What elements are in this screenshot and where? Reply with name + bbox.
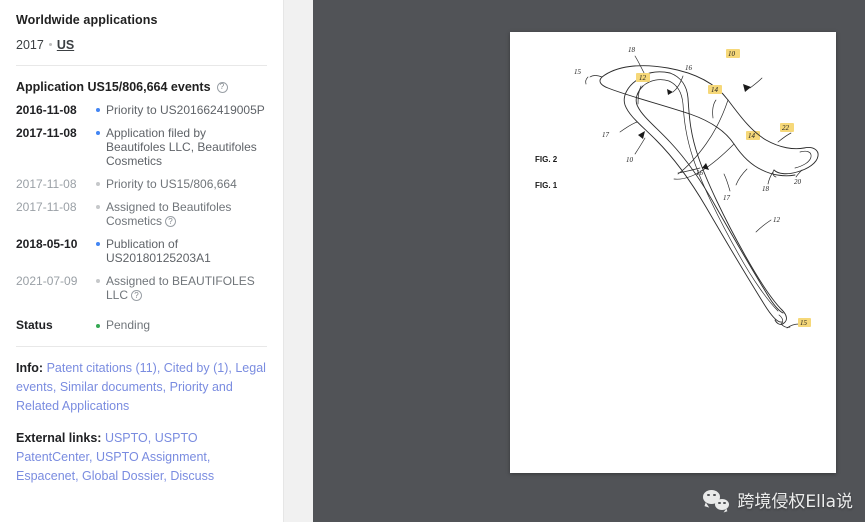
event-bullet-icon — [92, 125, 104, 135]
event-date: 2018-05-10 — [16, 237, 78, 251]
event-row: 2016-11-08 Priority to US201662419005P — [16, 102, 267, 117]
figure-1-drawing: 18 16 10 17 14 12 15 FIG. 1 — [535, 46, 811, 329]
status-label: Status — [16, 318, 53, 332]
status-bullet-icon — [92, 318, 104, 328]
fig1-numeral-17: 17 — [602, 131, 610, 139]
fig1-arrow-16 — [667, 89, 673, 95]
fig1-numeral-15: 15 — [800, 319, 808, 327]
fig2-numeral-16: 16 — [696, 169, 704, 177]
patent-details-sidebar: Worldwide applications 2017 US Applicati… — [0, 0, 284, 522]
event-description-wrap: Assigned to BEAUTIFOLES LLC? — [104, 273, 267, 302]
help-circle-icon[interactable]: ? — [131, 290, 143, 302]
event-description: Application filed by Beautifoles LLC, Be… — [106, 126, 257, 168]
external-links-label: External links: — [16, 431, 102, 445]
event-description: Publication of US20180125203A1 — [106, 237, 211, 265]
external-link-uspto[interactable]: USPTO — [105, 431, 148, 445]
patent-drawing-page[interactable]: 18 16 10 17 14 12 15 FIG. 1 15 12 14 22 … — [510, 32, 836, 473]
fig1-numeral-10: 10 — [728, 50, 736, 58]
fig1-numeral-14: 14 — [748, 132, 756, 140]
watermark-text: 跨境侵权Ella说 — [737, 492, 853, 512]
event-bullet-icon — [92, 273, 104, 283]
event-description-wrap: Assigned to Beautifoles Cosmetics? — [104, 199, 267, 228]
status-row: Status Pending — [0, 310, 283, 346]
external-links-block: External links: USPTO, USPTO PatentCente… — [16, 431, 215, 483]
worldwide-country-link[interactable]: US — [57, 38, 74, 52]
figure-1-label: FIG. 1 — [535, 181, 558, 190]
fig2-numeral-10: 10 — [626, 156, 634, 164]
event-description: Priority to US201662419005P — [106, 103, 265, 117]
event-row: 2017-11-08 Application filed by Beautifo… — [16, 125, 267, 168]
figure-2-label: FIG. 2 — [535, 155, 558, 164]
patent-viewer-page: Worldwide applications 2017 US Applicati… — [0, 0, 865, 522]
wechat-icon — [703, 489, 730, 510]
external-link-discuss[interactable]: Discuss — [170, 469, 214, 483]
fig2-numeral-22: 22 — [782, 124, 790, 132]
help-circle-icon[interactable]: ? — [216, 81, 228, 93]
event-bullet-icon — [92, 199, 104, 209]
worldwide-year: 2017 — [16, 38, 44, 52]
fig2-numeral-17: 17 — [723, 194, 731, 202]
worldwide-applications-heading: Worldwide applications — [16, 13, 158, 27]
events-list: 2016-11-08 Priority to US201662419005P 2… — [0, 98, 283, 302]
event-date: 2021-07-09 — [16, 274, 78, 288]
fig2-numeral-18: 18 — [762, 185, 770, 193]
bullet-dot-icon — [48, 43, 52, 46]
application-events-title-text: Application US15/806,664 events — [16, 80, 211, 94]
event-description: Priority to US15/806,664 — [106, 177, 237, 191]
event-date: 2017-11-08 — [16, 177, 77, 191]
worldwide-applications-section: Worldwide applications 2017 US — [0, 0, 283, 65]
event-date: 2017-11-08 — [16, 200, 77, 214]
fig2-numeral-15: 15 — [574, 68, 582, 76]
fig2-arrow-10 — [638, 131, 645, 139]
event-row: 2018-05-10 Publication of US20180125203A… — [16, 236, 267, 265]
fig2-numeral-14: 14 — [711, 86, 719, 94]
fig2-numeral-12: 12 — [639, 74, 647, 82]
event-date: 2016-11-08 — [16, 103, 77, 117]
fig1-numeral-18: 18 — [628, 46, 636, 54]
fig2-numeral-20: 20 — [794, 178, 802, 186]
info-link-similar-documents[interactable]: Similar documents — [60, 380, 163, 394]
event-row: 2017-11-08 Priority to US15/806,664 — [16, 176, 267, 191]
event-row: 2021-07-09 Assigned to BEAUTIFOLES LLC? — [16, 273, 267, 302]
external-link-uspto-assignment[interactable]: USPTO Assignment — [96, 450, 207, 464]
help-circle-icon[interactable]: ? — [165, 216, 177, 228]
external-link-global-dossier[interactable]: Global Dossier — [82, 469, 163, 483]
event-bullet-icon — [92, 102, 104, 112]
drawing-viewer: 18 16 10 17 14 12 15 FIG. 1 15 12 14 22 … — [313, 0, 865, 522]
fig1-numeral-16: 16 — [685, 64, 693, 72]
info-link-patent-citations[interactable]: Patent citations (11) — [47, 361, 157, 375]
event-row: 2017-11-08 Assigned to Beautifoles Cosme… — [16, 199, 267, 228]
external-link-espacenet[interactable]: Espacenet — [16, 469, 75, 483]
info-link-cited-by[interactable]: Cited by (1) — [164, 361, 229, 375]
event-description: Assigned to BEAUTIFOLES LLC — [106, 274, 255, 302]
panel-gap — [284, 0, 313, 522]
event-date: 2017-11-08 — [16, 126, 77, 140]
event-bullet-icon — [92, 176, 104, 186]
info-links-block: Info: Patent citations (11), Cited by (1… — [16, 361, 266, 413]
status-badge: Pending — [106, 318, 151, 332]
application-events-section: Application US15/806,664 events ? — [0, 66, 283, 98]
fig1-numeral-12: 12 — [773, 216, 781, 224]
application-events-heading: Application US15/806,664 events ? — [16, 66, 267, 98]
worldwide-application-row: 2017 US — [16, 27, 267, 65]
event-bullet-icon — [92, 236, 104, 246]
watermark: 跨境侵权Ella说 — [703, 487, 853, 512]
patent-drawing-svg: 18 16 10 17 14 12 15 FIG. 1 15 12 14 22 … — [535, 46, 819, 329]
info-label: Info: — [16, 361, 44, 375]
